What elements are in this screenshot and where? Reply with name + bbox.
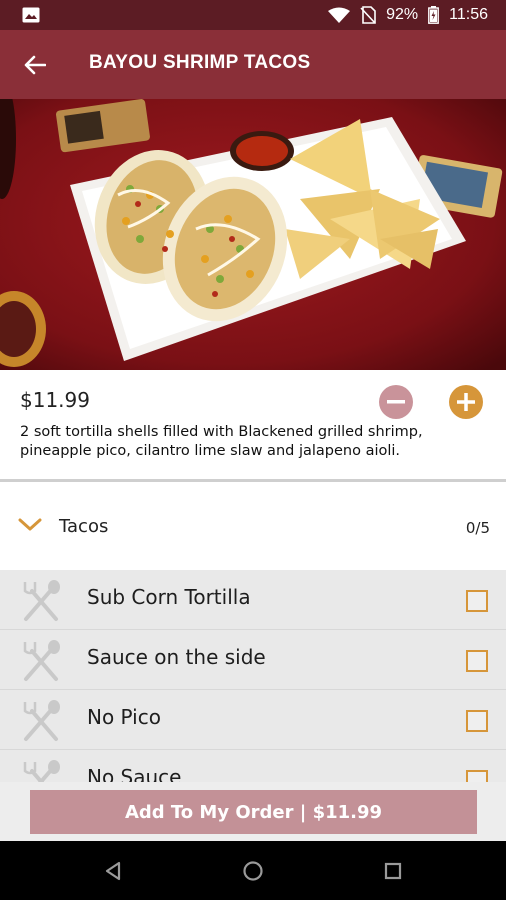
battery-percent: 92%	[386, 6, 419, 23]
option-label: No Sauce	[87, 765, 182, 782]
option-label: Sauce on the side	[87, 645, 266, 669]
fork-knife-icon	[23, 640, 60, 681]
modifier-group-count: 0/5	[465, 519, 490, 537]
modifier-options-list[interactable]: Sub Corn Tortilla Sauce on the side No P…	[0, 570, 506, 782]
option-checkbox[interactable]	[466, 650, 488, 672]
item-description: 2 soft tortilla shells filled with Black…	[20, 424, 423, 459]
image-icon	[22, 7, 40, 23]
option-checkbox[interactable]	[466, 710, 488, 732]
nav-recents-button[interactable]	[381, 859, 405, 883]
nav-home-button[interactable]	[241, 859, 265, 883]
recents-square-icon	[384, 862, 402, 880]
fork-knife-icon	[23, 580, 60, 621]
minus-icon	[387, 400, 405, 404]
app-bar: BAYOU SHRIMP TACOS	[0, 30, 506, 99]
fork-knife-icon	[23, 760, 60, 782]
arrow-left-icon	[24, 55, 46, 75]
status-bar: 92% 11:56	[0, 0, 506, 30]
shrimp-tacos-photo	[0, 99, 506, 370]
add-to-order-bar: Add To My Order | $11.99	[0, 782, 506, 841]
page-title: BAYOU SHRIMP TACOS	[89, 52, 311, 73]
nav-back-button[interactable]	[101, 859, 125, 883]
option-checkbox[interactable]	[466, 770, 488, 782]
fork-knife-icon	[23, 700, 60, 741]
item-photo	[0, 99, 506, 370]
add-to-order-button[interactable]: Add To My Order | $11.99	[30, 790, 477, 834]
option-row[interactable]: No Sauce	[0, 750, 506, 782]
option-label: Sub Corn Tortilla	[87, 585, 251, 609]
modifier-group-header[interactable]: Tacos 0/5	[0, 482, 506, 570]
back-button[interactable]	[20, 50, 50, 80]
decrease-quantity-button[interactable]	[379, 385, 413, 419]
system-nav-bar	[0, 841, 506, 900]
item-price: $11.99	[20, 388, 90, 412]
option-row[interactable]: Sauce on the side	[0, 630, 506, 690]
option-row[interactable]: Sub Corn Tortilla	[0, 570, 506, 630]
option-label: No Pico	[87, 705, 161, 729]
back-triangle-icon	[105, 861, 121, 881]
plus-icon	[457, 393, 475, 411]
modifier-group-name: Tacos	[59, 516, 109, 537]
clock: 11:56	[449, 6, 488, 23]
battery-icon	[428, 6, 440, 24]
increase-quantity-button[interactable]	[449, 385, 483, 419]
chevron-down-icon	[18, 518, 42, 531]
no-sim-icon	[360, 6, 376, 24]
option-checkbox[interactable]	[466, 590, 488, 612]
wifi-icon	[328, 7, 351, 23]
option-row[interactable]: No Pico	[0, 690, 506, 750]
home-circle-icon	[243, 861, 263, 881]
